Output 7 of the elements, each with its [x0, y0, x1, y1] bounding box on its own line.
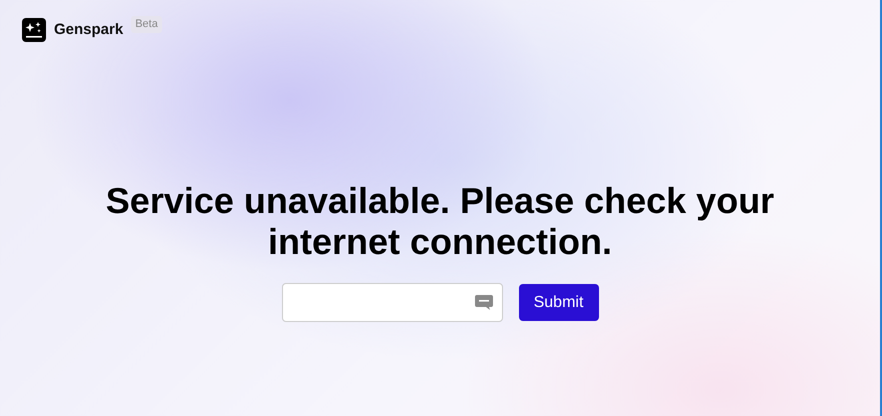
error-message: Service unavailable. Please check your internet connection.	[104, 180, 776, 262]
input-field[interactable]	[282, 283, 502, 322]
submit-button[interactable]: Submit	[518, 284, 598, 321]
logo-icon	[22, 18, 46, 42]
brand-name: Genspark	[54, 20, 124, 40]
chat-icon	[474, 294, 494, 311]
beta-badge: Beta	[131, 16, 162, 32]
